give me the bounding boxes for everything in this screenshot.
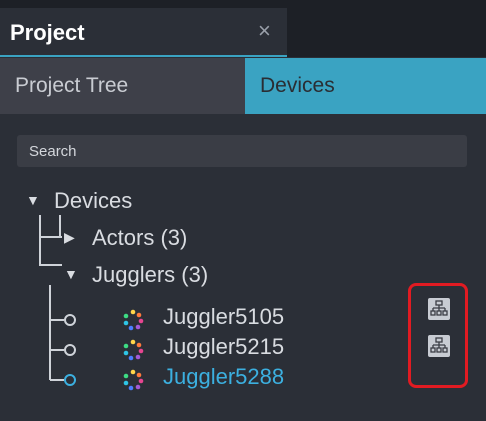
device-juggler5105[interactable]: Juggler5105: [163, 304, 284, 330]
expanded-caret-icon[interactable]: ▼: [26, 192, 40, 208]
juggler-device-icon: [123, 369, 144, 391]
tree-group-actors[interactable]: Actors (3): [92, 225, 187, 251]
tree-group-jugglers[interactable]: Jugglers (3): [92, 262, 208, 288]
highlight-box: [408, 283, 468, 388]
device-tree: ▼ Devices ▶ Actors (3) ▼ Jugglers (3) Ju…: [0, 0, 486, 421]
device-juggler5215[interactable]: Juggler5215: [163, 334, 284, 360]
expanded-caret-icon[interactable]: ▼: [64, 266, 78, 282]
juggler-device-icon: [123, 309, 144, 331]
juggler-device-icon: [123, 339, 144, 361]
tree-root-devices[interactable]: Devices: [54, 188, 132, 214]
collapsed-caret-icon[interactable]: ▶: [64, 229, 75, 246]
project-panel: Project × Project Tree Devices ▼: [0, 0, 486, 421]
device-juggler5288[interactable]: Juggler5288: [163, 364, 284, 390]
